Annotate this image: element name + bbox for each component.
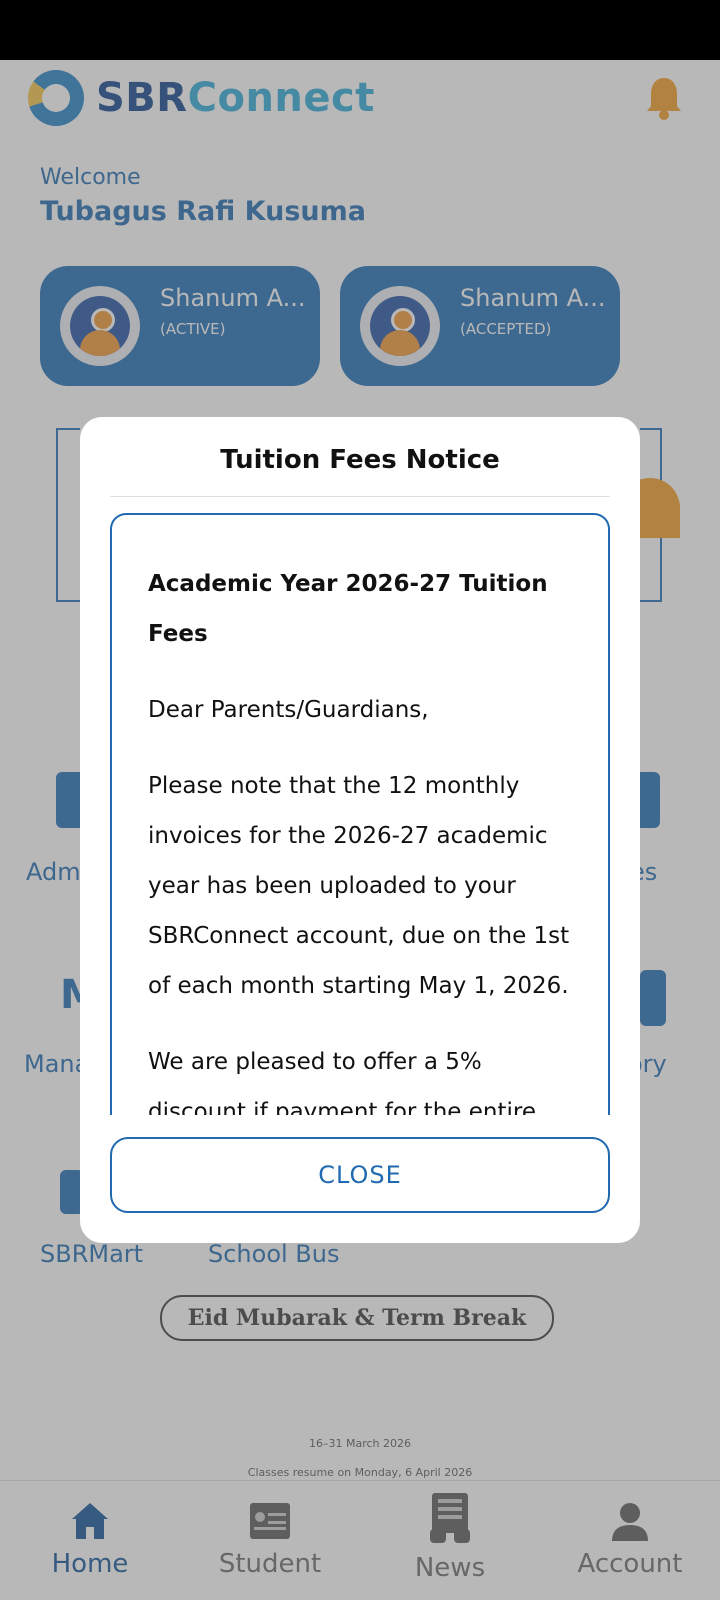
notice-paragraph-2: We are pleased to offer a 5% discount if…: [148, 1049, 536, 1115]
notice-heading: Academic Year 2026-27 Tuition Fees: [148, 571, 548, 647]
notice-paragraph-1: Please note that the 12 monthly invoices…: [148, 773, 570, 999]
status-bar: [0, 0, 720, 60]
close-button[interactable]: CLOSE: [110, 1137, 610, 1213]
notice-content-scroll[interactable]: Academic Year 2026-27 Tuition Fees Dear …: [110, 513, 610, 1115]
tuition-notice-dialog: Tuition Fees Notice Academic Year 2026-2…: [80, 417, 640, 1243]
dialog-divider: [110, 496, 610, 497]
notice-content: Academic Year 2026-27 Tuition Fees Dear …: [148, 559, 578, 1115]
dialog-title: Tuition Fees Notice: [220, 445, 500, 475]
notice-greeting: Dear Parents/Guardians,: [148, 697, 429, 723]
